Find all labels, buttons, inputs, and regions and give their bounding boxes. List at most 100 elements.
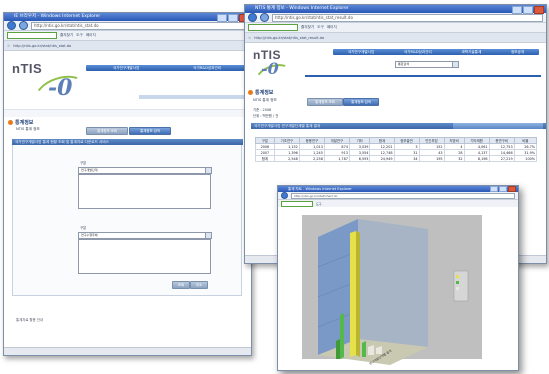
menu-item-performance[interactable]: 국가R&D성과관리 [404, 50, 432, 55]
info-line-2: 단위 : 백만원 / 건 [253, 114, 279, 118]
tab-statistics[interactable]: http://ntis.go.kr/stat/ntis_stat.do [13, 44, 71, 48]
section-bullet-icon [8, 120, 13, 125]
main-menu: 국가연구개발사업 국가R&D성과관리 [86, 65, 248, 71]
site-header: nTIS 국가연구개발사업 국가R&D성과관리 과학기술통계 정보공개 통합검색… [245, 43, 546, 95]
site-logo[interactable]: nTIS [12, 61, 42, 76]
browser-window-statistics-form: IE 브라우저 - Windows Internet Explorer http… [3, 12, 252, 356]
field1-textarea[interactable] [78, 174, 211, 209]
search-input[interactable] [7, 32, 57, 39]
window-controls [490, 186, 516, 192]
chart-legend-swatch [456, 281, 459, 284]
maximize-button[interactable] [523, 6, 533, 14]
field2-label: 구분 [80, 226, 87, 230]
header-underline [139, 95, 249, 99]
menu-item-disclosure[interactable]: 정보공개 [511, 50, 524, 55]
back-icon[interactable] [7, 21, 16, 30]
toolbar-link-favorites[interactable]: 즐겨찾기 [301, 25, 314, 30]
toolbar-link-tools[interactable]: 도구 [316, 202, 322, 206]
minimize-button[interactable] [217, 14, 227, 22]
tab-statistics-result[interactable]: http://ntis.go.kr/stat/ntis_stat_result.… [254, 36, 324, 40]
menu-item-rnd[interactable]: 국가연구개발사업 [113, 66, 139, 71]
address-toolbar: http://ntis.go.kr/stat/chart.do [278, 192, 518, 200]
chart-page: 연구개발단계별 통계 [278, 207, 518, 370]
menu-item-performance[interactable]: 국가R&D성과관리 [193, 66, 221, 71]
table-cell: 1,787 [323, 155, 350, 162]
brand-swirl-graphic: -0 [261, 59, 279, 78]
header-rule [305, 75, 541, 77]
header-search-select[interactable]: 통합검색 [395, 61, 459, 68]
tab-bar: ☆ http://ntis.go.kr/stat/ntis_stat.do [4, 41, 251, 51]
toolbar-link-page[interactable]: 페이지 [327, 25, 337, 30]
toolbar-link-page[interactable]: 페이지 [86, 33, 96, 38]
field1-select[interactable]: 연구개발단계 [78, 167, 212, 174]
window-titlebar[interactable]: NTIS 통계 정보 - Windows Internet Explorer [245, 5, 546, 14]
window-titlebar[interactable]: IE 브라우저 - Windows Internet Explorer [4, 13, 251, 22]
address-bar[interactable]: http://ntis.go.kr/stat/ntis_stat.do [31, 21, 248, 30]
maximize-button[interactable] [499, 186, 507, 192]
section-heading: 통계정보 [248, 89, 273, 96]
table-row: 합계 2,548 2,258 1,787 6,593 24,949 34 195… [255, 155, 538, 162]
field2-select[interactable]: 연구수행주체 [78, 232, 212, 239]
window-titlebar[interactable]: 통계 차트 - Windows Internet Explorer [278, 186, 518, 192]
window-title: IE 브라우저 - Windows Internet Explorer [14, 14, 101, 19]
close-button[interactable] [508, 186, 516, 192]
chart-bar-yellow [350, 231, 356, 357]
section-title: 통계정보 [255, 90, 274, 96]
chart-legend-swatch [456, 287, 459, 290]
window-title: NTIS 통계 정보 - Windows Internet Explorer [255, 6, 349, 11]
minimize-button[interactable] [490, 186, 498, 192]
table-cell: 195 [418, 155, 445, 162]
stats-query-button[interactable]: 통계정보 조회 [86, 127, 128, 135]
stats-search-button[interactable]: 통계정보 검색 [129, 127, 171, 135]
address-bar[interactable]: http://ntis.go.kr/stat/chart.do [291, 192, 515, 199]
chart-legend-swatch [456, 275, 459, 278]
forward-icon[interactable] [19, 21, 28, 30]
tab-bar: ☆ http://ntis.go.kr/stat/ntis_stat_resul… [245, 33, 546, 43]
stats-query-button[interactable]: 통계정보 조회 [307, 98, 343, 106]
chart-bar-green [336, 339, 340, 359]
breadcrumb: NTIS 통계 정보 [253, 98, 277, 102]
status-bar [4, 347, 251, 355]
star-icon[interactable]: ☆ [7, 44, 10, 48]
address-toolbar: http://ntis.go.kr/stat/ntis_stat_result.… [245, 13, 546, 23]
stats-search-button[interactable]: 통계정보 검색 [343, 98, 379, 106]
cancel-button[interactable]: 취소 [190, 281, 208, 289]
toolbar-link-tools[interactable]: 도구 [76, 33, 83, 38]
chart-bar-green [362, 341, 366, 357]
table-cell: 34 [393, 155, 420, 162]
footer-link[interactable]: 통계자료 활용 안내 [16, 317, 43, 322]
chart-bar-green [340, 313, 344, 359]
toolbar-link-tools[interactable]: 도구 [317, 25, 324, 30]
field2-textarea[interactable] [78, 239, 211, 274]
menu-item-rnd[interactable]: 국가연구개발사업 [348, 50, 374, 55]
search-input[interactable] [281, 200, 313, 207]
maximize-button[interactable] [228, 14, 238, 22]
back-icon[interactable] [248, 13, 257, 22]
table-cell: 2,548 [273, 155, 300, 162]
submit-button[interactable]: 조회 [172, 281, 190, 289]
main-menu: 국가연구개발사업 국가R&D성과관리 과학기술통계 정보공개 [333, 49, 539, 55]
table-cell: 2,258 [298, 155, 325, 162]
statistics-table: 구분 기초연구 응용연구 개발연구 기타 합계 정부출연 민간부담 지방비 기타… [255, 137, 538, 162]
chart-bar-yellow-side [356, 231, 360, 357]
site-header: nTIS 국가연구개발사업 국가R&D성과관리 -0 [4, 51, 251, 119]
back-icon[interactable] [281, 192, 288, 199]
close-button[interactable] [534, 6, 544, 14]
chart-3d-bar: 연구개발단계별 통계 [317, 219, 469, 366]
window-title: 통계 차트 - Windows Internet Explorer [288, 187, 352, 191]
command-toolbar: 즐겨찾기 도구 페이지 [245, 23, 546, 33]
command-toolbar: 즐겨찾기 도구 페이지 [4, 31, 251, 41]
star-icon[interactable]: ☆ [248, 36, 251, 40]
search-input[interactable] [248, 24, 298, 31]
minimize-button[interactable] [512, 6, 522, 14]
table-cell: 27,219 [488, 155, 515, 162]
toolbar-link-favorites[interactable]: 즐겨찾기 [60, 33, 73, 38]
brand-swirl-graphic: -0 [48, 75, 73, 101]
chart-side-wall [358, 219, 428, 347]
forward-icon[interactable] [260, 13, 269, 22]
table-cell: 6,593 [348, 155, 371, 162]
address-bar[interactable]: http://ntis.go.kr/stat/ntis_stat_result.… [272, 13, 543, 22]
section-title: 통계정보 [15, 120, 34, 126]
section-bullet-icon [248, 90, 253, 95]
menu-item-science-stats[interactable]: 과학기술통계 [461, 50, 481, 55]
